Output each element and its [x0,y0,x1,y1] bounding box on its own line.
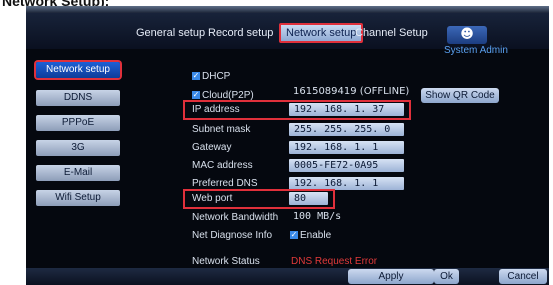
window-top-strip [26,6,549,13]
dhcp-label: DHCP [202,71,231,82]
web-port-field[interactable]: 80 [289,192,328,205]
user-name-label: System Admin [444,45,508,56]
network-status-label: Network Status [192,256,260,267]
subnet-mask-label: Subnet mask [192,124,251,135]
preferred-dns-label: Preferred DNS [192,178,258,189]
net-diagnose-checkbox[interactable]: ✓ [290,231,298,240]
net-diagnose-enable-label: Enable [300,230,332,241]
net-diagnose-label: Net Diagnose Info [192,230,273,241]
gateway-field[interactable]: 192. 168. 1. 1 [289,141,404,154]
dhcp-checkbox-row[interactable]: ✓ DHCP [192,71,230,82]
ip-address-label: IP address [192,104,240,115]
cloud-id-value: 1615089419 (OFFLINE) [293,86,410,97]
tab-general-setup[interactable]: General setup [136,27,205,39]
network-settings-panel: ✓ DHCP ✓ Cloud(P2P) 1615089419 (OFFLINE) S… [130,62,549,267]
network-bandwidth-label: Network Bandwidth [192,212,279,223]
network-sidebar: Network setup DDNS PPPoE 3G E-Mail Wifi … [26,62,130,212]
net-diagnose-enable-row[interactable]: ✓ Enable [290,230,331,241]
sidebar-item-network-setup[interactable]: Network setup [36,62,120,78]
tab-record-setup[interactable]: Record setup [208,27,273,39]
web-port-label: Web port [192,193,233,204]
network-status-value: DNS Request Error [291,256,378,267]
gateway-label: Gateway [192,142,232,153]
sidebar-item-pppoe[interactable]: PPPoE [36,115,120,131]
sidebar-item-wifi-setup[interactable]: Wifi Setup [36,190,120,206]
ip-address-field[interactable]: 192. 168. 1. 37 [289,103,404,116]
network-bandwidth-value: 100 MB/s [293,211,342,222]
user-icon[interactable]: ☻ [447,26,487,44]
mac-address-field: 0005-FE72-0A95 [289,159,404,172]
sidebar-item-ddns[interactable]: DDNS [36,90,120,106]
ok-button[interactable]: Ok [434,269,459,284]
dvr-network-settings-window: General setup Record setup Network setup… [26,6,549,285]
sidebar-item-email[interactable]: E-Mail [36,165,120,181]
cancel-button[interactable]: Cancel [499,269,547,284]
mac-address-label: MAC address [192,160,253,171]
tab-network-setup[interactable]: Network setup [279,23,364,43]
subnet-mask-field[interactable]: 255. 255. 255. 0 [289,123,404,136]
tab-channel-setup[interactable]: Channel Setup [355,27,428,39]
bottom-button-bar: Apply Ok Cancel [26,268,549,285]
show-qr-code-button[interactable]: Show QR Code [421,88,499,103]
cloud-checkbox[interactable]: ✓ [192,91,200,100]
settings-tab-bar: General setup Record setup Network setup… [26,13,549,49]
sidebar-item-3g[interactable]: 3G [36,140,120,156]
dhcp-checkbox[interactable]: ✓ [192,72,200,81]
apply-button[interactable]: Apply [348,269,434,284]
